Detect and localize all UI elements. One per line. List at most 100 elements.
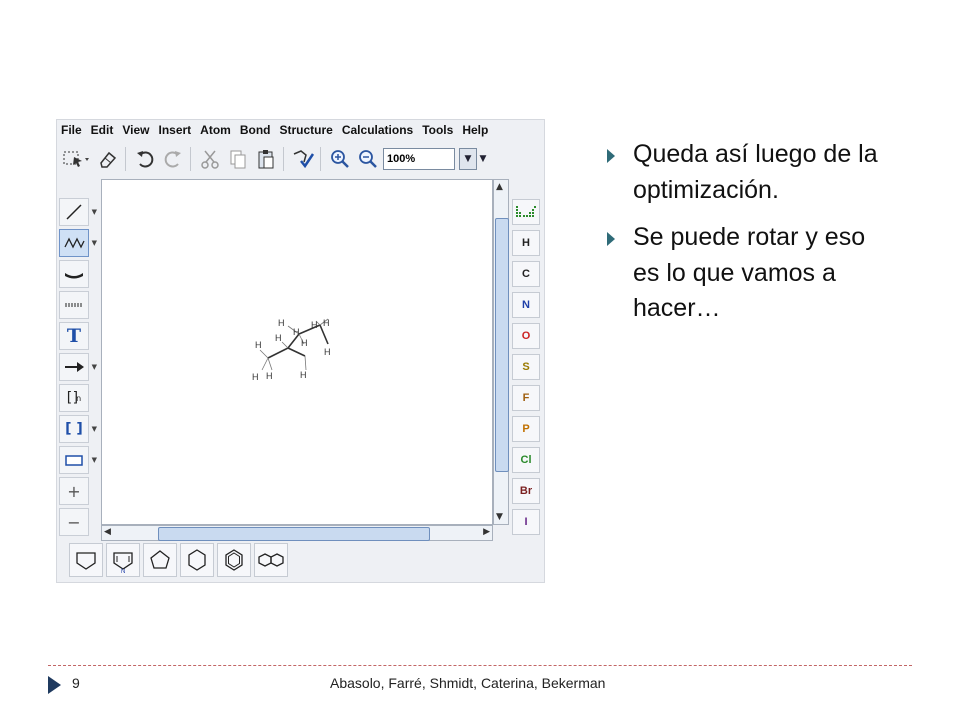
wedge-bond-tool[interactable]	[59, 260, 89, 288]
selection-tool-button[interactable]	[59, 146, 93, 172]
hexagon-icon	[188, 549, 206, 571]
zoom-out-icon	[359, 150, 377, 168]
toolbar-separator	[283, 147, 284, 171]
benzene-icon	[225, 549, 243, 571]
cyclopentane-template-button[interactable]	[143, 543, 177, 577]
zoom-in-button[interactable]	[327, 146, 353, 172]
element-h-button[interactable]: H	[512, 230, 540, 256]
footer-authors: Abasolo, Farré, Shmidt, Caterina, Bekerm…	[330, 675, 606, 691]
hashed-bond-icon	[65, 303, 82, 307]
increase-charge-tool[interactable]: +	[59, 477, 89, 505]
repeat-n-label: n	[76, 393, 82, 403]
benzene-template-button[interactable]	[217, 543, 251, 577]
menu-structure[interactable]: Structure	[280, 123, 333, 137]
menu-view[interactable]: View	[122, 123, 149, 137]
bracket-tool[interactable]: [ ] ▼	[59, 415, 97, 443]
vertical-scroll-thumb[interactable]	[495, 218, 509, 472]
element-p-button[interactable]: P	[512, 416, 540, 442]
minus-label: −	[67, 512, 81, 532]
scissors-icon	[201, 150, 219, 169]
undo-icon	[137, 151, 154, 168]
menu-tools[interactable]: Tools	[422, 123, 453, 137]
chevron-down-icon: ▼	[91, 363, 97, 371]
clean-structure-button[interactable]	[290, 146, 316, 172]
bullet-item: Queda así luego de la optimización.	[604, 137, 894, 208]
text-tool-label: T	[66, 325, 82, 347]
atom-label: H	[311, 320, 318, 330]
copy-icon	[230, 150, 246, 169]
vertical-scrollbar[interactable]: ▲ ▼	[493, 179, 509, 525]
menu-insert[interactable]: Insert	[158, 123, 191, 137]
single-bond-tool[interactable]: ▼	[59, 198, 97, 226]
chevron-down-icon: ▼	[91, 456, 97, 464]
atom-label: H	[301, 338, 308, 348]
periodic-table-button[interactable]	[512, 199, 540, 225]
redo-button[interactable]	[160, 146, 186, 172]
hashed-bond-tool[interactable]	[59, 291, 89, 319]
chevron-down-icon: ▼	[91, 208, 97, 216]
atom-label: H	[324, 347, 331, 357]
eraser-icon	[100, 151, 117, 168]
ring-hetero-label: N	[121, 569, 125, 573]
bullet-arrow-icon	[607, 149, 615, 163]
element-f-button[interactable]: F	[512, 385, 540, 411]
bond	[259, 349, 269, 359]
horizontal-scroll-thumb[interactable]	[158, 527, 430, 541]
scroll-up-arrow[interactable]: ▲	[496, 182, 503, 192]
text-tool[interactable]: T	[59, 322, 89, 350]
arrow-right-icon	[65, 362, 84, 372]
bracket-label: [ ]	[65, 421, 83, 437]
bullet-arrow-icon	[607, 232, 615, 246]
element-br-button[interactable]: Br	[512, 478, 540, 504]
rectangle-tool[interactable]: ▼	[59, 446, 97, 474]
paste-button[interactable]	[253, 146, 279, 172]
element-s-button[interactable]: S	[512, 354, 540, 380]
toolbar-overflow-button[interactable]: ▼	[477, 148, 489, 170]
element-n-button[interactable]: N	[512, 292, 540, 318]
chain-tool[interactable]: ▼	[59, 229, 97, 257]
toolbar-separator	[320, 147, 321, 171]
horizontal-scrollbar[interactable]: ◀ ▶	[101, 525, 493, 541]
cut-button[interactable]	[197, 146, 223, 172]
element-c-button[interactable]: C	[512, 261, 540, 287]
page-number: 9	[72, 675, 80, 691]
copy-button[interactable]	[225, 146, 251, 172]
zoom-combo[interactable]: 100%	[383, 148, 455, 170]
zoom-out-button[interactable]	[355, 146, 381, 172]
main-toolbar: 100% ▼ ▼	[57, 142, 544, 176]
scroll-left-arrow[interactable]: ◀	[104, 527, 111, 537]
decrease-charge-tool[interactable]: −	[59, 508, 89, 536]
selection-rectangle-icon	[63, 151, 89, 167]
scroll-right-arrow[interactable]: ▶	[483, 527, 490, 537]
periodic-table-icon	[516, 206, 536, 217]
chain-icon	[64, 237, 85, 249]
ring-templates-bar: N	[69, 543, 291, 577]
pyrrole-template-button[interactable]: N	[106, 543, 140, 577]
repeating-unit-tool[interactable]: [ ] n	[59, 384, 89, 412]
bullet-item: Se puede rotar y eso es lo que vamos a h…	[604, 220, 894, 327]
reaction-arrow-tool[interactable]: ▼	[59, 353, 97, 381]
bracket-label: [ ]	[66, 390, 78, 406]
bond	[261, 357, 269, 371]
menu-calculations[interactable]: Calculations	[342, 123, 413, 137]
menu-help[interactable]: Help	[462, 123, 488, 137]
scroll-down-arrow[interactable]: ▼	[496, 512, 503, 522]
pentagon-template-button[interactable]	[69, 543, 103, 577]
footer-divider	[48, 665, 912, 666]
menu-edit[interactable]: Edit	[91, 123, 114, 137]
element-i-button[interactable]: I	[512, 509, 540, 535]
menu-file[interactable]: File	[61, 123, 82, 137]
element-o-button[interactable]: O	[512, 323, 540, 349]
menu-atom[interactable]: Atom	[200, 123, 231, 137]
element-cl-button[interactable]: Cl	[512, 447, 540, 473]
undo-button[interactable]	[132, 146, 158, 172]
toolbar-separator	[125, 147, 126, 171]
drawing-canvas[interactable]: H H H H H H H H H H H	[101, 179, 493, 525]
atom-label: H	[266, 371, 273, 381]
cyclohexane-template-button[interactable]	[180, 543, 214, 577]
naphthalene-template-button[interactable]	[254, 543, 288, 577]
erase-button[interactable]	[95, 146, 121, 172]
menu-bond[interactable]: Bond	[240, 123, 271, 137]
bond	[304, 355, 307, 371]
zoom-dropdown-button[interactable]: ▼	[459, 148, 477, 170]
